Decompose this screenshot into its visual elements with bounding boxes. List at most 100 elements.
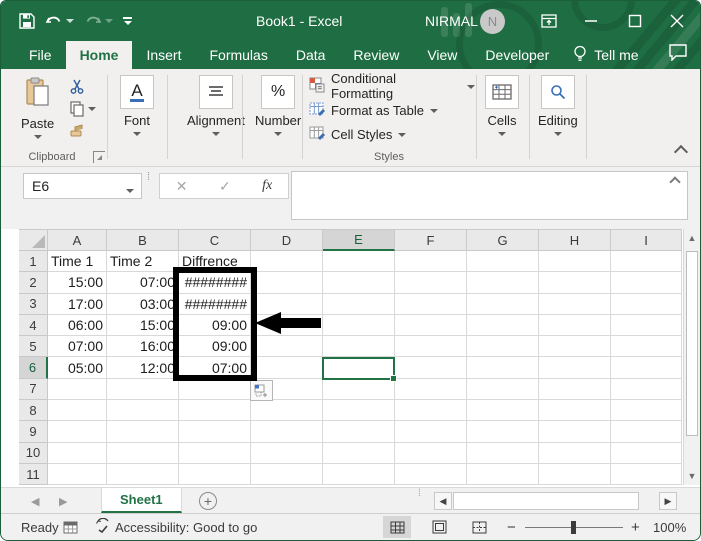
tab-insert[interactable]: Insert [132,41,195,69]
hscroll-left-icon[interactable]: ◀ [434,492,452,510]
cell-B9[interactable] [107,421,179,443]
macro-record-icon[interactable] [63,514,78,540]
cell-A8[interactable] [48,400,107,422]
cell-D6[interactable] [251,357,323,379]
cell-E1[interactable] [323,251,395,273]
fill-handle[interactable] [390,375,397,382]
cell-E8[interactable] [323,400,395,422]
cell-I9[interactable] [611,421,682,443]
tab-home[interactable]: Home [65,41,133,69]
cell-I2[interactable] [611,272,682,294]
vertical-scrollbar[interactable]: ▲ ▼ [683,229,700,485]
cell-B1[interactable]: Time 2 [107,251,179,273]
cell-C9[interactable] [179,421,251,443]
cell-C7[interactable] [179,378,251,401]
column-header-G[interactable]: G [467,229,539,251]
cell-H9[interactable] [539,421,611,443]
tell-me-box[interactable]: Tell me [563,41,648,69]
cell-A5[interactable]: 07:00 [48,336,107,358]
column-header-H[interactable]: H [539,229,611,251]
cell-G6[interactable] [467,357,539,379]
scroll-up-icon[interactable]: ▲ [684,229,700,247]
tab-data[interactable]: Data [282,41,340,69]
cell-B2[interactable]: 07:00 [107,272,179,294]
column-header-B[interactable]: B [107,229,179,251]
cancel-formula-button[interactable]: ✕ [176,178,188,195]
cell-F8[interactable] [395,400,467,422]
page-break-view-button[interactable] [465,516,493,538]
zoom-level[interactable]: 100% [653,514,686,540]
editing-menu-button[interactable]: Editing [538,75,578,136]
cells-menu-button[interactable]: Cells [485,75,519,136]
row-header-5[interactable]: 5 [19,336,48,358]
tab-review[interactable]: Review [339,41,413,69]
collapse-formula-bar-icon[interactable] [669,176,681,188]
cell-H11[interactable] [539,463,611,486]
avatar[interactable]: N [480,9,505,34]
clipboard-dialog-launcher[interactable] [93,151,105,163]
cell-D1[interactable] [251,251,323,273]
cell-A3[interactable]: 17:00 [48,293,107,315]
ribbon-display-options-button[interactable] [532,1,566,41]
row-header-6[interactable]: 6 [19,357,48,379]
tab-formulas[interactable]: Formulas [195,41,281,69]
cell-H1[interactable] [539,251,611,273]
cell-F3[interactable] [395,293,467,315]
name-box[interactable]: E6 [23,173,142,199]
comments-icon[interactable] [668,43,688,66]
row-header-8[interactable]: 8 [19,400,48,422]
cut-button[interactable] [69,77,96,97]
vertical-scroll-thumb[interactable] [686,251,698,436]
cell-A11[interactable] [48,463,107,486]
cell-G3[interactable] [467,293,539,315]
row-header-11[interactable]: 11 [19,463,48,486]
column-header-A[interactable]: A [48,229,107,251]
cell-A4[interactable]: 06:00 [48,314,107,337]
cell-I10[interactable] [611,442,682,464]
cell-D9[interactable] [251,421,323,443]
row-header-2[interactable]: 2 [19,272,48,294]
column-header-D[interactable]: D [251,229,323,251]
minimize-button[interactable] [574,1,608,41]
cell-F11[interactable] [395,463,467,486]
row-header-3[interactable]: 3 [19,293,48,315]
cell-F10[interactable] [395,442,467,464]
cell-G7[interactable] [467,378,539,401]
close-button[interactable] [660,1,694,41]
add-sheet-button[interactable]: + [199,492,217,510]
normal-view-button[interactable] [383,516,411,538]
cell-G2[interactable] [467,272,539,294]
accessibility-status[interactable]: Accessibility: Good to go [95,514,257,540]
cell-B10[interactable] [107,442,179,464]
tab-file[interactable]: File [15,41,66,69]
cell-B11[interactable] [107,463,179,486]
zoom-in-button[interactable]: + [631,514,640,540]
cell-A1[interactable]: Time 1 [48,251,107,273]
column-header-C[interactable]: C [179,229,251,251]
cell-E4[interactable] [323,314,395,337]
collapse-ribbon-button[interactable] [673,144,689,160]
scroll-down-icon[interactable]: ▼ [684,467,700,485]
hscroll-right-icon[interactable]: ▶ [659,492,677,510]
row-header-10[interactable]: 10 [19,442,48,464]
cell-B5[interactable]: 16:00 [107,336,179,358]
cell-I8[interactable] [611,400,682,422]
cell-D8[interactable] [251,400,323,422]
cell-B7[interactable] [107,378,179,401]
format-painter-button[interactable] [69,121,96,141]
cell-I4[interactable] [611,314,682,337]
cell-F4[interactable] [395,314,467,337]
sheet-nav-prev-icon[interactable]: ◀ [31,488,39,514]
zoom-slider-thumb[interactable] [571,521,576,534]
cell-A10[interactable] [48,442,107,464]
cell-G5[interactable] [467,336,539,358]
row-header-4[interactable]: 4 [19,314,48,337]
cell-G11[interactable] [467,463,539,486]
enter-formula-button[interactable]: ✓ [219,178,231,195]
cell-G1[interactable] [467,251,539,273]
cell-I6[interactable] [611,357,682,379]
sheet-tab-sheet1[interactable]: Sheet1 [101,488,182,513]
cell-G4[interactable] [467,314,539,337]
cell-F9[interactable] [395,421,467,443]
cell-I1[interactable] [611,251,682,273]
